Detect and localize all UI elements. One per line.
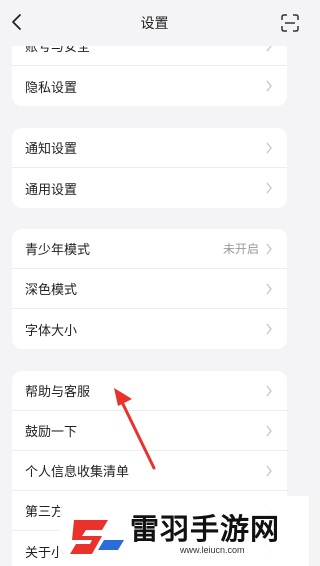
watermark: 雷羽手游网 www.leiucn.com: [60, 496, 309, 566]
chevron-right-icon: [266, 465, 272, 476]
page-title: 设置: [140, 16, 169, 32]
settings-item-privacy[interactable]: 隐私设置: [12, 66, 287, 106]
scan-icon[interactable]: [281, 14, 299, 32]
settings-item-teen-mode[interactable]: 青少年模式 未开启: [12, 229, 287, 269]
chevron-right-icon: [266, 142, 272, 153]
settings-item-font-size[interactable]: 字体大小: [12, 309, 287, 349]
settings-item-label: 青少年模式: [25, 243, 91, 258]
watermark-logo: [70, 520, 124, 554]
chevron-right-icon: [266, 243, 272, 254]
watermark-text: 雷羽手游网: [130, 512, 281, 546]
settings-item-label: 隐私设置: [25, 80, 78, 96]
settings-group-display: 青少年模式 未开启 深色模式 字体大小: [12, 229, 287, 349]
settings-item-dark-mode[interactable]: 深色模式: [12, 269, 287, 309]
settings-group-notification: 通知设置 通用设置: [12, 128, 287, 208]
chevron-right-icon: [266, 385, 272, 396]
teen-mode-status: 未开启: [222, 242, 259, 256]
chevron-right-icon: [266, 182, 272, 194]
chevron-right-icon: [266, 323, 272, 335]
chevron-right-icon: [266, 80, 272, 92]
chevron-right-icon: [266, 425, 272, 436]
chevron-right-icon: [266, 283, 272, 294]
settings-item-label: 深色模式: [25, 283, 78, 298]
settings-item-label: 通知设置: [25, 142, 78, 157]
red-annotation-arrow: [114, 388, 156, 470]
settings-item-general[interactable]: 通用设置: [12, 168, 287, 208]
settings-item-label: 通用设置: [25, 182, 78, 198]
settings-item-notification[interactable]: 通知设置: [12, 128, 287, 168]
top-bar: 设置: [0, 0, 309, 46]
watermark-url: www.leiucn.com: [180, 545, 245, 555]
chevron-left-icon[interactable]: [8, 12, 26, 32]
settings-item-label: 字体大小: [25, 323, 78, 339]
